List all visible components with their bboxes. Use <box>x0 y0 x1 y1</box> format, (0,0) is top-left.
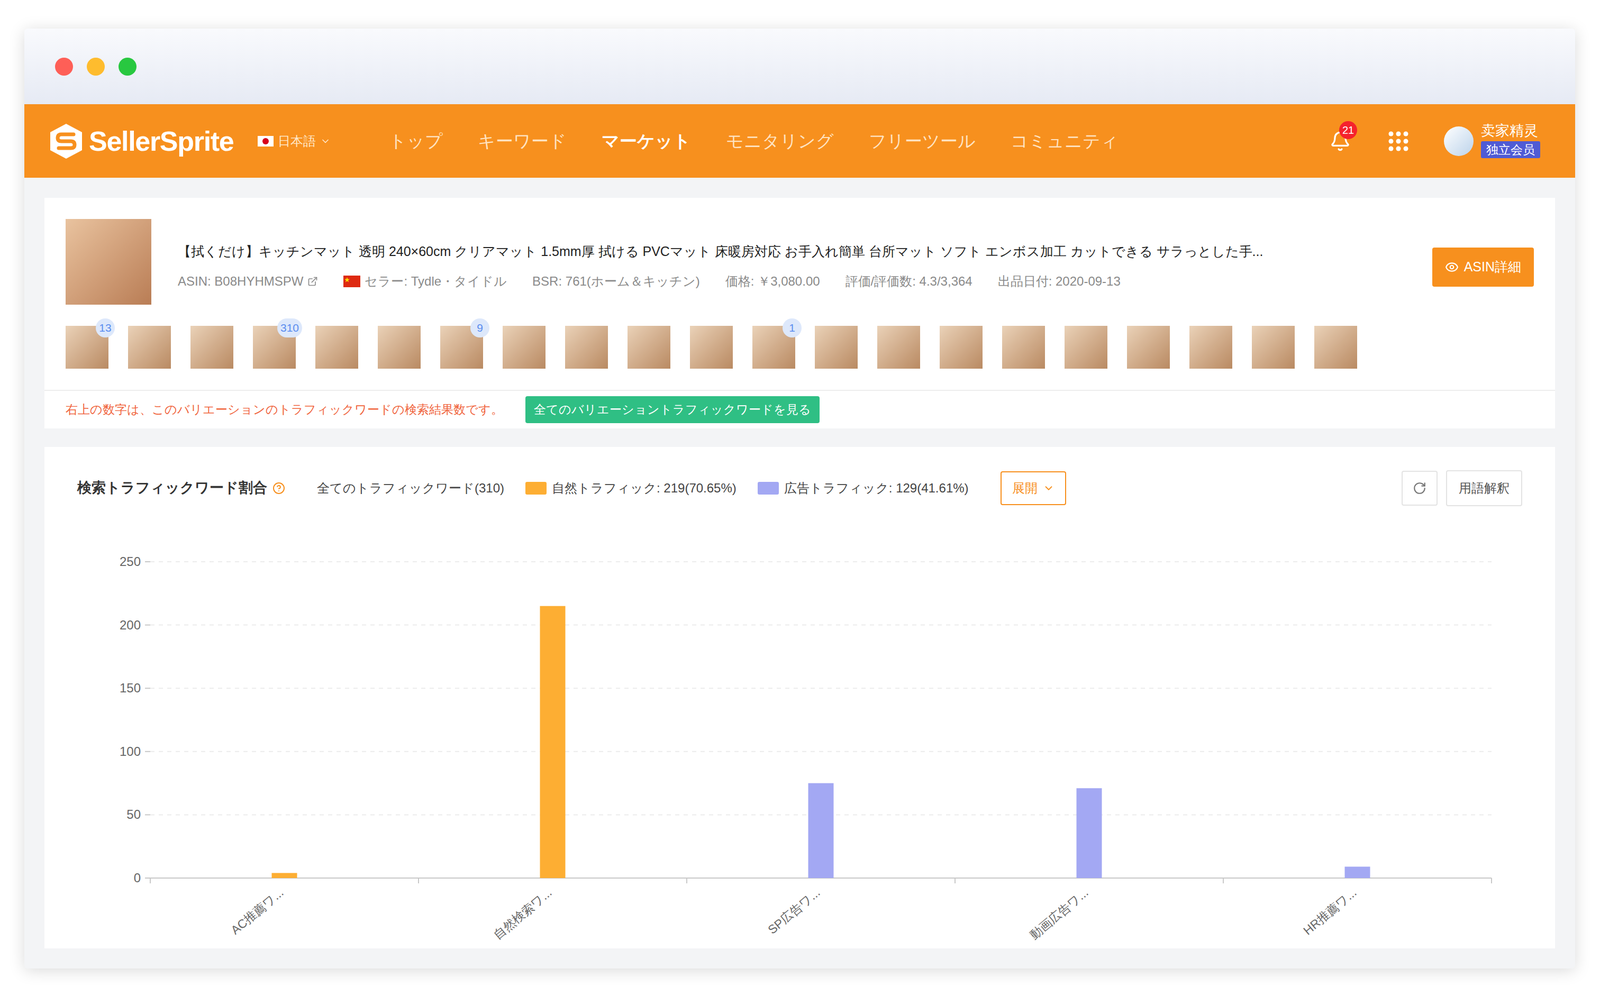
variation-thumbnail[interactable] <box>1189 325 1233 369</box>
traffic-bar-chart: 250 200 150 100 50 0 AC推薦ワ... 自然検索ワ... SP広告ワ... 動… <box>44 520 1556 949</box>
chart-bar[interactable] <box>271 873 298 879</box>
svg-text:100: 100 <box>119 743 141 759</box>
y-tick: 150 <box>119 680 1492 696</box>
help-icon[interactable] <box>272 482 286 495</box>
glossary-button[interactable]: 用語解釈 <box>1446 470 1523 507</box>
asin-link[interactable]: ASIN: B08HYHMSPW <box>177 271 318 292</box>
chart-bar[interactable] <box>540 605 566 878</box>
y-tick: 100 <box>119 743 1492 759</box>
asin-detail-button[interactable]: ASIN詳細 <box>1432 247 1534 287</box>
japan-flag-icon <box>257 135 274 147</box>
variation-thumbnail[interactable] <box>627 325 671 369</box>
browser-window: SellerSprite 日本語 トップ キーワード マーケット モニタリング フリーツール… <box>24 28 1576 969</box>
nav-menu: トップ キーワード マーケット モニタリング フリーツール コミュニティ <box>388 128 1119 155</box>
product-image[interactable] <box>65 219 152 305</box>
meta-item: 評価/評価数: 4.3/3,364 <box>845 271 973 292</box>
svg-text:200: 200 <box>119 617 141 632</box>
maximize-button[interactable] <box>118 57 137 76</box>
variation-thumbnail[interactable] <box>814 325 858 369</box>
nav-item[interactable]: トップ <box>388 128 443 155</box>
variation-note: 右上の数字は、このバリエーションのトラフィックワードの検索結果数です。全てのバリ… <box>44 391 1556 429</box>
svg-text:150: 150 <box>119 680 141 696</box>
variation-thumbnail[interactable] <box>502 325 546 369</box>
variation-thumbnail[interactable] <box>1314 325 1358 369</box>
svg-text:250: 250 <box>119 554 141 569</box>
x-axis-label: AC推薦ワ... <box>228 885 286 938</box>
variation-thumbnails: 13 310 9 1 <box>44 304 1556 392</box>
all-variation-words-button[interactable]: 全てのバリエーショントラフィックワードを見る <box>525 396 820 424</box>
x-axis-label: 自然検索ワ... <box>490 885 554 942</box>
page: SellerSprite 日本語 トップ キーワード マーケット モニタリング フリーツール… <box>0 0 1600 996</box>
variation-thumbnail[interactable] <box>377 325 421 369</box>
notification-badge: 21 <box>1339 121 1358 140</box>
nav-item[interactable]: キーワード <box>477 128 567 155</box>
member-badge: 独立会员 <box>1480 141 1541 159</box>
variation-thumbnail[interactable] <box>939 325 983 369</box>
y-tick: 250 <box>119 554 1492 569</box>
user-avatar[interactable] <box>1443 126 1474 157</box>
chart-bar[interactable] <box>808 783 834 878</box>
chart-header: 検索トラフィックワード割合全てのトラフィックワード(310)自然トラフィック: … <box>44 447 1556 521</box>
top-nav: SellerSprite 日本語 トップ キーワード マーケット モニタリング フリーツール… <box>24 104 1576 178</box>
nav-item[interactable]: フリーツール <box>868 128 976 155</box>
eye-icon <box>1444 260 1459 275</box>
legend-item[interactable]: 自然トラフィック: 219(70.65%) <box>525 478 737 498</box>
product-card: 【拭くだけ】キッチンマット 透明 240×60cm クリアマット 1.5mm厚 … <box>44 197 1556 429</box>
meta-item: セラー: Tydle・タイドル <box>343 271 507 292</box>
traffic-count-badge: 13 <box>95 318 115 338</box>
svg-text:50: 50 <box>126 807 141 822</box>
chart-card: 検索トラフィックワード割合全てのトラフィックワード(310)自然トラフィック: … <box>44 447 1556 949</box>
chevron-down-icon <box>320 135 331 147</box>
variation-thumbnail[interactable] <box>1002 325 1045 369</box>
notifications[interactable]: 21 <box>1329 130 1351 152</box>
variation-thumbnail[interactable]: 310 <box>252 325 296 369</box>
chart-bar[interactable] <box>1344 866 1371 879</box>
meta-item: 価格: ￥3,080.00 <box>725 271 821 292</box>
y-tick: 200 <box>119 617 1492 632</box>
traffic-count-badge: 9 <box>470 318 490 338</box>
variation-thumbnail[interactable] <box>190 325 234 369</box>
language-select[interactable]: 日本語 <box>257 131 331 151</box>
close-button[interactable] <box>55 57 74 76</box>
traffic-count-badge: 310 <box>277 318 303 338</box>
variation-thumbnail[interactable] <box>565 325 608 369</box>
nav-item[interactable]: コミュニティ <box>1010 128 1119 155</box>
x-axis-label: 動画広告ワ... <box>1026 885 1091 942</box>
svg-text:0: 0 <box>133 870 141 886</box>
variation-thumbnail[interactable] <box>1064 325 1108 369</box>
logo[interactable]: SellerSprite <box>48 122 234 160</box>
china-flag-icon <box>343 275 361 288</box>
variation-thumbnail[interactable]: 13 <box>65 325 109 369</box>
content: 【拭くだけ】キッチンマット 透明 240×60cm クリアマット 1.5mm厚 … <box>24 177 1576 969</box>
product-meta: ASIN: B08HYHMSPW セラー: Tydle・タイドル BSR: 761(… <box>177 271 1406 292</box>
variation-thumbnail[interactable] <box>877 325 921 369</box>
variation-thumbnail[interactable] <box>1251 325 1295 369</box>
expand-button[interactable]: 展開 <box>1000 471 1067 506</box>
chevron-down-icon <box>1042 482 1055 495</box>
legend-item[interactable]: 広告トラフィック: 129(41.61%) <box>757 478 969 498</box>
apps-grid-icon[interactable] <box>1387 130 1409 152</box>
nav-item[interactable]: モニタリング <box>725 128 834 155</box>
chart-bar[interactable] <box>1076 788 1103 879</box>
traffic-count-badge: 1 <box>782 318 802 338</box>
variation-thumbnail[interactable] <box>128 325 171 369</box>
product-title: 【拭くだけ】キッチンマット 透明 240×60cm クリアマット 1.5mm厚 … <box>177 242 1406 261</box>
variation-thumbnail[interactable]: 1 <box>752 325 796 369</box>
title-bar <box>24 28 1576 105</box>
logo-icon <box>48 122 84 160</box>
external-link-icon <box>307 276 318 287</box>
refresh-button[interactable] <box>1401 470 1438 506</box>
variation-thumbnail[interactable]: 9 <box>440 325 484 369</box>
meta-item: 出品日付: 2020-09-13 <box>997 271 1121 292</box>
user-info[interactable]: 卖家精灵独立会员 <box>1480 123 1541 159</box>
variation-thumbnail[interactable] <box>315 325 359 369</box>
variation-thumbnail[interactable] <box>1126 325 1170 369</box>
variation-thumbnail[interactable] <box>689 325 733 369</box>
x-axis-label: HR推薦ワ... <box>1300 885 1359 938</box>
refresh-icon <box>1412 481 1427 496</box>
meta-item: BSR: 761(ホーム＆キッチン) <box>532 271 700 292</box>
nav-item[interactable]: マーケット <box>601 128 692 155</box>
minimize-button[interactable] <box>86 57 105 76</box>
x-axis-label: SP広告ワ... <box>765 885 823 937</box>
